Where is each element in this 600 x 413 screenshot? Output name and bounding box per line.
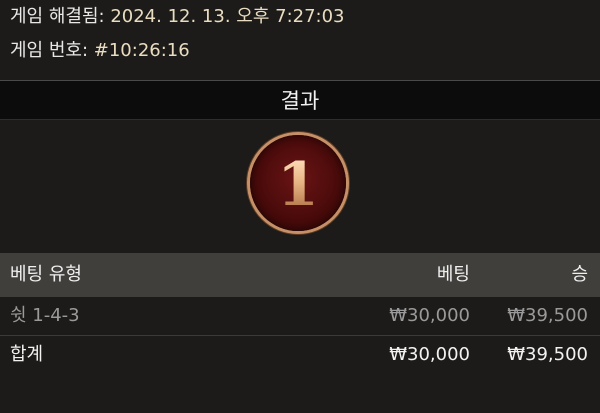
result-number: 1 (277, 150, 319, 220)
table-total-row: 합계 ₩30,000 ₩39,500 (0, 336, 600, 376)
result-section-header: 결과 (0, 80, 600, 120)
resolved-label: 게임 해결됨: (10, 6, 105, 27)
row-bet-type: 쉿 1-4-3 (10, 305, 80, 326)
result-ball: 1 (250, 135, 346, 231)
game-number-label: 게임 번호: (10, 40, 89, 61)
resolved-value: 2024. 12. 13. 오후 7:27:03 (110, 6, 345, 27)
game-number-value: #10:26:16 (93, 40, 190, 61)
header-bet-type: 베팅 유형 (10, 264, 82, 285)
total-label: 합계 (10, 344, 44, 365)
row-bet-amount: ₩30,000 (389, 305, 470, 326)
total-bet-amount: ₩30,000 (389, 344, 470, 365)
row-win-amount: ₩39,500 (507, 305, 588, 326)
header-win: 승 (571, 264, 588, 285)
table-row: 쉿 1-4-3 ₩30,000 ₩39,500 (0, 297, 600, 336)
table-header-row: 베팅 유형 베팅 승 (0, 253, 600, 297)
game-number-row: 게임 번호: #10:26:16 (10, 40, 190, 62)
result-area: 1 (0, 119, 600, 253)
bet-table: 베팅 유형 베팅 승 쉿 1-4-3 ₩30,000 ₩39,500 합계 ₩3… (0, 253, 600, 376)
total-win-amount: ₩39,500 (507, 344, 588, 365)
resolved-time-row: 게임 해결됨: 2024. 12. 13. 오후 7:27:03 (10, 6, 345, 28)
header-bet: 베팅 (436, 264, 470, 285)
result-title: 결과 (280, 89, 320, 113)
